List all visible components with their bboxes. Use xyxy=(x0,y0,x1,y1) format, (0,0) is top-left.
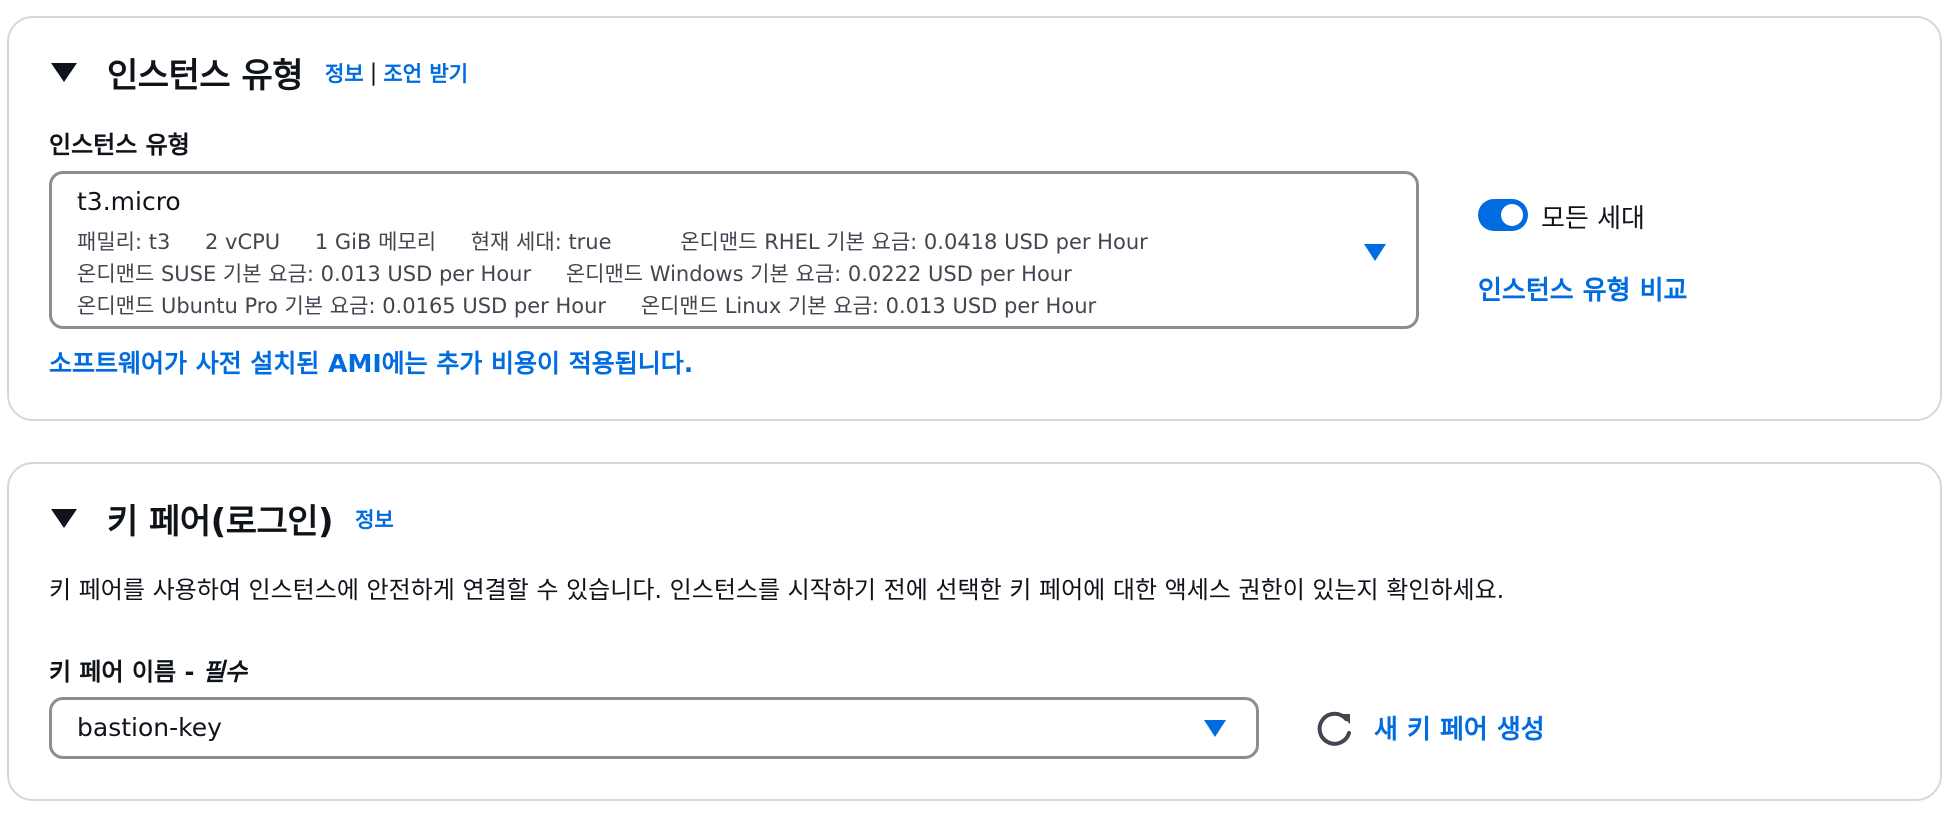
separator: | xyxy=(369,59,378,86)
ami-cost-notice-link[interactable]: 소프트웨어가 사전 설치된 AMI에는 추가 비용이 적용됩니다. xyxy=(49,344,693,380)
instance-type-header: 인스턴스 유형 정보 | 조언 받기 xyxy=(51,48,468,97)
collapse-triangle-icon[interactable] xyxy=(51,63,77,82)
memory: 1 GiB 메모리 xyxy=(314,230,437,254)
compare-instance-types-link[interactable]: 인스턴스 유형 비교 xyxy=(1478,270,1687,307)
key-pair-description: 키 페어를 사용하여 인스턴스에 안전하게 연결할 수 있습니다. 인스턴스를 … xyxy=(49,576,1505,604)
instance-type-label: 인스턴스 유형 xyxy=(49,131,190,159)
key-pair-panel: 키 페어(로그인) 정보 키 페어를 사용하여 인스턴스에 안전하게 연결할 수… xyxy=(7,462,1942,801)
instance-type-panel: 인스턴스 유형 정보 | 조언 받기 인스턴스 유형 t3.micro 패밀리:… xyxy=(7,16,1942,421)
rhel-price: 온디맨드 RHEL 기본 요금: 0.0418 USD per Hour xyxy=(680,230,1148,254)
info-link[interactable]: 정보 xyxy=(325,58,364,88)
windows-price: 온디맨드 Windows 기본 요금: 0.0222 USD per Hour xyxy=(565,262,1072,286)
create-new-key-pair-link[interactable]: 새 키 페어 생성 xyxy=(1374,709,1545,746)
vcpu: 2 vCPU xyxy=(205,230,281,254)
all-generations-toggle[interactable] xyxy=(1478,199,1528,231)
advice-link[interactable]: 조언 받기 xyxy=(383,58,468,88)
key-pair-value: bastion-key xyxy=(77,713,222,742)
instance-meta-line-2: 온디맨드 SUSE 기본 요금: 0.013 USD per Hour 온디맨드… xyxy=(77,258,1100,288)
ubuntu-price: 온디맨드 Ubuntu Pro 기본 요금: 0.0165 USD per Ho… xyxy=(77,294,607,318)
key-pair-name-label-text: 키 페어 이름 - xyxy=(49,658,195,686)
instance-name: t3.micro xyxy=(77,187,181,216)
instance-type-select[interactable]: t3.micro 패밀리: t3 2 vCPU 1 GiB 메모리 현재 세대:… xyxy=(49,171,1419,329)
section-title: 키 페어(로그인) xyxy=(107,502,334,542)
collapse-triangle-icon[interactable] xyxy=(51,509,77,528)
family: 패밀리: t3 xyxy=(77,230,171,254)
key-pair-header: 키 페어(로그인) 정보 xyxy=(51,494,394,543)
current-generation: 현재 세대: true xyxy=(470,230,612,254)
key-pair-select[interactable]: bastion-key xyxy=(49,697,1259,759)
key-pair-name-label: 키 페어 이름 - 필수 xyxy=(49,652,247,687)
section-title: 인스턴스 유형 xyxy=(107,56,304,96)
instance-meta-line-3: 온디맨드 Ubuntu Pro 기본 요금: 0.0165 USD per Ho… xyxy=(77,290,1124,320)
toggle-knob xyxy=(1501,204,1523,226)
caret-down-icon[interactable] xyxy=(1204,720,1226,737)
info-link[interactable]: 정보 xyxy=(355,504,394,534)
suse-price: 온디맨드 SUSE 기본 요금: 0.013 USD per Hour xyxy=(77,262,532,286)
linux-price: 온디맨드 Linux 기본 요금: 0.013 USD per Hour xyxy=(640,294,1097,318)
caret-down-icon[interactable] xyxy=(1364,244,1386,261)
refresh-icon[interactable] xyxy=(1312,706,1358,752)
required-marker: 필수 xyxy=(202,658,247,686)
all-generations-label: 모든 세대 xyxy=(1541,204,1645,234)
instance-meta-line-1: 패밀리: t3 2 vCPU 1 GiB 메모리 현재 세대: true 온디맨… xyxy=(77,226,1176,256)
